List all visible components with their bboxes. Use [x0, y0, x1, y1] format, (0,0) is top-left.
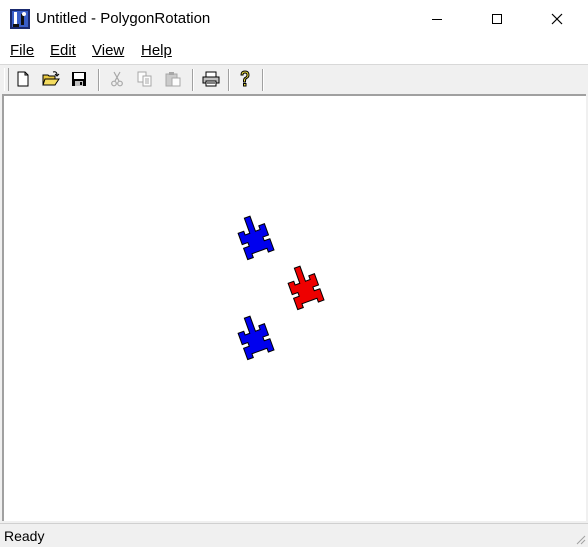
toolbar-separator: [228, 69, 230, 91]
toolbar-separator: [262, 69, 264, 91]
menu-file-label: File: [10, 42, 35, 59]
paste-icon: [165, 72, 181, 87]
print-icon: [202, 71, 220, 87]
window-title: Untitled - PolygonRotation: [36, 10, 211, 27]
toolbar-grip[interactable]: [4, 68, 9, 91]
resize-grip-icon[interactable]: [574, 533, 586, 545]
close-button[interactable]: [534, 0, 580, 38]
title-bar[interactable]: Untitled - PolygonRotation: [0, 0, 588, 38]
copy-button[interactable]: [134, 68, 156, 90]
toolbar-separator: [98, 69, 100, 91]
menu-view-label: View: [92, 42, 125, 59]
menu-edit[interactable]: Edit: [50, 42, 76, 60]
print-button[interactable]: [200, 68, 222, 90]
menu-help-label: Help: [141, 42, 172, 59]
help-question-icon: [240, 70, 250, 87]
polygon-rotation-app-icon: [10, 9, 30, 29]
drawing-area[interactable]: [2, 94, 586, 521]
save-button[interactable]: [68, 68, 90, 90]
status-bar: Ready: [0, 523, 588, 547]
minimize-icon: [432, 19, 442, 20]
application-window: Untitled - PolygonRotation File Edit Vie…: [0, 0, 588, 547]
red-polygon: [283, 261, 325, 311]
polygon-canvas[interactable]: [4, 96, 586, 521]
about-help-button[interactable]: [234, 68, 256, 90]
cut-button[interactable]: [106, 68, 128, 90]
menu-help[interactable]: Help: [141, 42, 172, 60]
menu-edit-label: Edit: [50, 42, 76, 59]
maximize-icon: [492, 14, 502, 24]
copy-icon: [137, 71, 152, 87]
cut-scissors-icon: [111, 71, 123, 87]
save-disk-icon: [72, 72, 86, 86]
minimize-button[interactable]: [414, 0, 460, 38]
new-button[interactable]: [12, 68, 34, 90]
new-document-icon: [17, 71, 29, 87]
maximize-button[interactable]: [474, 0, 520, 38]
open-folder-icon: [42, 71, 60, 86]
close-icon: [551, 13, 563, 25]
toolbar: [0, 64, 588, 94]
status-text: Ready: [4, 528, 45, 544]
menu-view[interactable]: View: [92, 42, 124, 60]
blue-polygon-top: [233, 211, 275, 261]
paste-button[interactable]: [162, 68, 184, 90]
menu-file[interactable]: File: [10, 42, 34, 60]
toolbar-separator: [192, 69, 194, 91]
blue-polygon-bottom: [233, 311, 275, 361]
open-button[interactable]: [40, 68, 62, 90]
menu-bar: File Edit View Help: [0, 38, 588, 64]
